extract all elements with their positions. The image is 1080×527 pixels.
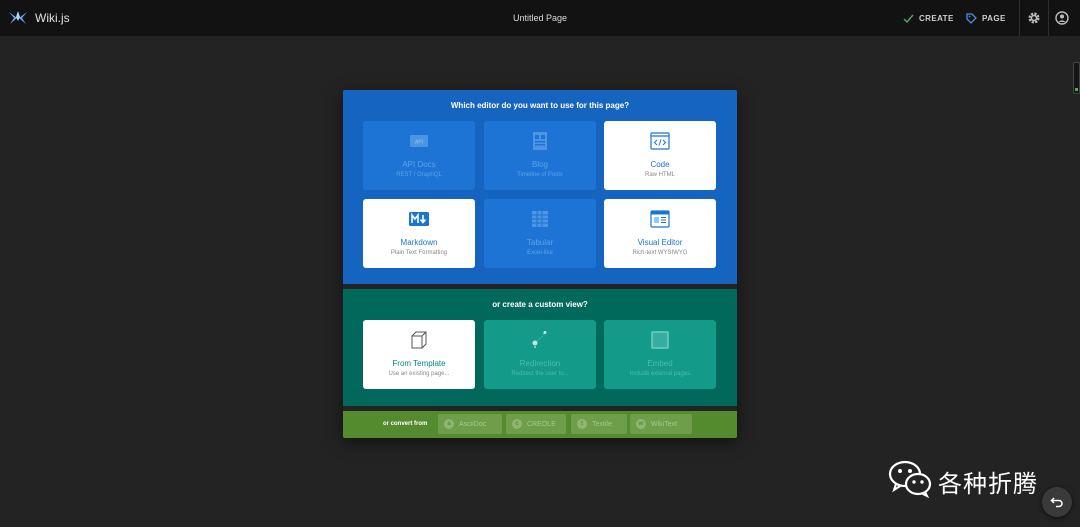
convert-wikitext-button[interactable]: w WikiText [630,414,692,434]
view-card-label: From Template [392,359,446,368]
editor-card-blog[interactable]: Blog Timeline of Posts [484,121,596,190]
check-icon [903,14,914,23]
undo-icon [1050,497,1063,508]
editor-card-api-docs[interactable]: API API Docs REST / GraphQL [363,121,475,190]
view-card-from-template[interactable]: From Template Use an existing page... [363,320,475,389]
view-card-sub: Redirect the user to... [511,371,569,377]
editor-card-sub: Raw HTML [644,172,675,178]
editor-card-sub: Plain Text Formatting [390,250,448,256]
toolbar-divider [1019,0,1020,36]
asciidoc-badge-icon: a [444,419,454,429]
new-page-dialog: Which editor do you want to use for this… [343,90,737,438]
scroll-indicator[interactable] [1073,62,1080,94]
blog-icon [533,132,547,150]
redirect-icon [532,331,547,348]
view-card-label: Embed [647,359,673,368]
view-card-redirection[interactable]: Redirection Redirect the user to... [484,320,596,389]
textile-badge-icon: t [577,419,587,429]
code-icon [650,132,670,150]
convert-section: or convert from a AsciiDoc c CREOLE t Te… [343,411,737,438]
editor-card-code[interactable]: Code Raw HTML [604,121,716,190]
editor-card-tabular[interactable]: Tabular Excel-like [484,199,596,268]
embed-icon [651,331,669,349]
editor-card-label: Markdown [400,238,438,247]
editor-card-label: Code [650,160,670,169]
editor-card-label: Blog [531,160,548,169]
view-card-label: Redirection [519,359,561,368]
api-icon: API [410,135,428,147]
markdown-icon [409,212,429,226]
editor-card-markdown[interactable]: Markdown Plain Text Formatting [363,199,475,268]
editor-card-label: API Docs [402,160,436,169]
watermark-text: 各种折腾 [938,471,1038,498]
editor-card-sub: Rich-text WYSIWYG [632,250,688,256]
top-app-bar: Wiki.js Untitled Page CREATE PAGE [0,0,1080,36]
view-card-sub: Use an existing page... [388,371,450,377]
convert-creole-button[interactable]: c CREOLE [506,414,566,434]
editor-card-label: Tabular [526,238,554,247]
convert-format-label: WikiText [651,420,678,428]
undo-button[interactable] [1042,487,1072,517]
convert-label: or convert from [383,421,428,427]
wechat-icon [888,460,932,498]
gear-icon[interactable] [1027,11,1041,25]
editor-card-label: Visual Editor [637,238,683,247]
convert-asciidoc-button[interactable]: a AsciiDoc [438,414,502,434]
convert-format-label: Textile [592,420,612,428]
page-label: PAGE [982,13,1006,23]
editor-card-sub: Timeline of Posts [517,172,563,178]
account-icon[interactable] [1055,11,1069,25]
editor-card-sub: Excel-like [527,250,553,256]
creole-badge-icon: c [512,419,522,429]
editor-card-visual-editor[interactable]: Visual Editor Rich-text WYSIWYG [604,199,716,268]
wikitext-badge-icon: w [636,419,646,429]
convert-textile-button[interactable]: t Textile [571,414,627,434]
tag-icon [966,12,977,24]
svg-text:API: API [415,140,423,146]
view-card-embed[interactable]: Embed Include external pages [604,320,716,389]
toolbar-divider [1048,0,1049,36]
convert-format-label: CREOLE [527,420,556,428]
visual-editor-icon [650,210,670,228]
table-icon [532,211,548,227]
editor-select-title: Which editor do you want to use for this… [450,101,630,110]
editor-card-sub: REST / GraphQL [396,172,442,178]
view-card-sub: Include external pages [629,371,691,377]
page-button[interactable]: PAGE [966,12,1006,24]
editor-select-section: Which editor do you want to use for this… [343,90,737,284]
custom-view-section: or create a custom view? From Template U… [343,289,737,406]
create-label: CREATE [919,13,954,23]
template-icon [411,331,427,349]
custom-view-title: or create a custom view? [492,300,588,309]
convert-format-label: AsciiDoc [459,420,487,428]
create-button[interactable]: CREATE [903,12,954,24]
